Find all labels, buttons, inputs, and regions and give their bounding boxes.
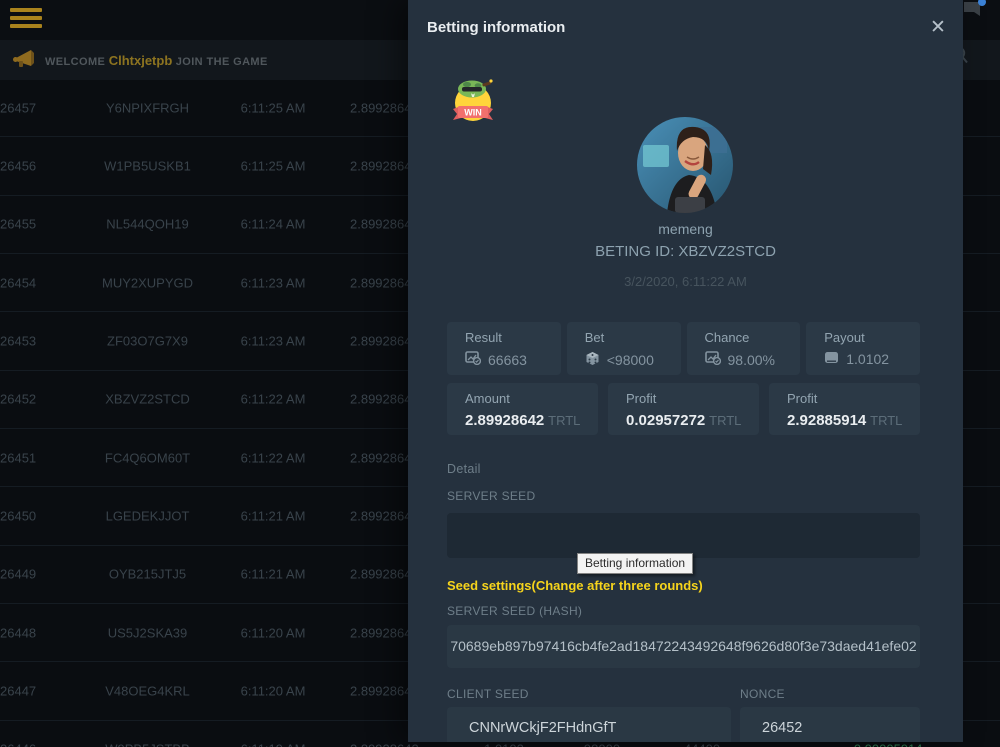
cell-id: 26446	[0, 742, 70, 747]
dice-icon	[585, 351, 600, 369]
cell-id: 26453	[0, 333, 70, 348]
cell-user: OYB215JTJ5	[85, 567, 210, 582]
payout-icon	[824, 351, 839, 367]
cell-id: 26447	[0, 683, 70, 698]
stat-result: Result 66663	[447, 322, 561, 375]
cell-id: 26455	[0, 217, 70, 232]
cell-time: 6:11:22 AM	[218, 392, 328, 407]
cell-id: 26452	[0, 392, 70, 407]
total-profit-currency: TRTL	[870, 413, 902, 428]
hamburger-menu-icon[interactable]	[10, 8, 42, 32]
stat-payout: Payout 1.0102	[806, 322, 920, 375]
page: WELCOME Clhtxjetpb JOIN THE GAME 26457 Y6…	[0, 0, 1000, 747]
stat-bet-label: Bet	[585, 330, 681, 345]
cell-amount: 2.89928642	[350, 742, 480, 747]
megaphone-icon	[12, 46, 39, 78]
cell-time: 6:11:19 AM	[218, 742, 328, 747]
cell-id: 26450	[0, 508, 70, 523]
cell-time: 6:11:21 AM	[218, 508, 328, 523]
cell-time: 6:11:25 AM	[218, 158, 328, 173]
welcome-message: WELCOME Clhtxjetpb JOIN THE GAME	[45, 53, 268, 68]
stat-chance-value: 98.00%	[728, 352, 775, 368]
cell-time: 6:11:24 AM	[218, 217, 328, 232]
nonce-label: NONCE	[740, 687, 785, 701]
bet-stats-row: Result 66663 Bet	[447, 322, 920, 375]
cell-id: 26449	[0, 567, 70, 582]
total-profit-value: 2.92885914	[787, 412, 866, 429]
profit-value: 0.02957272	[626, 412, 705, 429]
result-icon	[465, 351, 481, 368]
seed-settings-note: Seed settings(Change after three rounds)	[447, 578, 703, 593]
cell-user: FC4Q6OM60T	[85, 450, 210, 465]
amount-label: Amount	[465, 391, 598, 406]
profit-label: Profit	[626, 391, 759, 406]
cell-id: 26454	[0, 275, 70, 290]
stat-chance-label: Chance	[705, 330, 801, 345]
cell-time: 6:11:20 AM	[218, 683, 328, 698]
chat-bubble-icon[interactable]	[962, 0, 988, 28]
welcome-username: Clhtxjetpb	[109, 53, 173, 68]
cell-id: 26456	[0, 158, 70, 173]
stat-bet: Bet <98000	[567, 322, 681, 375]
cell-time: 6:11:23 AM	[218, 275, 328, 290]
stat-chance: Chance 98.00%	[687, 322, 801, 375]
client-seed-label: CLIENT SEED	[447, 687, 529, 701]
nonce-input[interactable]: 26452	[740, 707, 920, 742]
win-badge-icon: WIN	[441, 76, 505, 131]
stat-payout-label: Payout	[824, 330, 920, 345]
chance-icon	[705, 351, 721, 368]
client-seed-input[interactable]: CNNrWCkjF2FHdnGfT	[447, 707, 731, 742]
svg-text:WIN: WIN	[464, 108, 482, 118]
cell-id: 26448	[0, 625, 70, 640]
bet-timestamp: 3/2/2020, 6:11:22 AM	[408, 274, 963, 289]
cell-result: 44400	[670, 742, 734, 747]
server-seed-hash-label: SERVER SEED (HASH)	[447, 604, 582, 618]
cell-time: 6:11:25 AM	[218, 100, 328, 115]
stat-bet-value: <98000	[607, 352, 654, 368]
cell-user: MUY2XUPYGD	[85, 275, 210, 290]
cell-id: 26457	[0, 100, 70, 115]
cell-user: V48OEG4KRL	[85, 683, 210, 698]
welcome-prefix: WELCOME	[45, 56, 105, 68]
tooltip: Betting information	[577, 553, 693, 574]
server-seed-hash-input[interactable]: 70689eb897b97416cb4fe2ad18472243492648f9…	[447, 625, 920, 668]
total-profit-label: Profit	[787, 391, 920, 406]
cell-time: 6:11:20 AM	[218, 625, 328, 640]
cell-user: XBZVZ2STCD	[85, 392, 210, 407]
stat-result-label: Result	[465, 330, 561, 345]
cell-id: 26451	[0, 450, 70, 465]
amount-box: Amount 2.89928642 TRTL	[447, 383, 598, 435]
server-seed-label: SERVER SEED	[447, 489, 535, 503]
stat-payout-value: 1.0102	[846, 351, 889, 367]
amount-currency: TRTL	[548, 413, 580, 428]
cell-user: Y6NPIXFRGH	[85, 100, 210, 115]
cell-user: US5J2SKA39	[85, 625, 210, 640]
avatar	[637, 117, 733, 213]
modal-title: Betting information	[427, 19, 565, 36]
detail-label: Detail	[447, 462, 481, 476]
betting-information-modal: Betting information ✕ WIN	[408, 0, 963, 742]
profit-box: Profit 0.02957272 TRTL	[608, 383, 759, 435]
cell-time: 6:11:23 AM	[218, 333, 328, 348]
cell-user: W1PB5USKB1	[85, 158, 210, 173]
stat-result-value: 66663	[488, 352, 527, 368]
betting-id: BETING ID: XBZVZ2STCD	[408, 243, 963, 260]
bet-amounts-row: Amount 2.89928642 TRTL Profit 0.02957272…	[447, 383, 920, 435]
cell-time: 6:11:22 AM	[218, 450, 328, 465]
cell-user: NL544QOH19	[85, 217, 210, 232]
server-seed-input[interactable]	[447, 513, 920, 558]
cell-profit: 0.00005914	[845, 742, 955, 747]
amount-value: 2.89928642	[465, 412, 544, 429]
cell-time: 6:11:21 AM	[218, 567, 328, 582]
cell-bet: 98000	[570, 742, 634, 747]
cell-user: W9PB5JSTBB	[85, 742, 210, 747]
profit-currency: TRTL	[709, 413, 741, 428]
player-name: memeng	[408, 221, 963, 237]
total-profit-box: Profit 2.92885914 TRTL	[769, 383, 920, 435]
cell-user: LGEDEKJJOT	[85, 508, 210, 523]
welcome-suffix: JOIN THE GAME	[176, 56, 268, 68]
cell-payout: 1.0102	[472, 742, 536, 747]
close-icon[interactable]: ✕	[926, 16, 950, 40]
cell-user: ZF03O7G7X9	[85, 333, 210, 348]
